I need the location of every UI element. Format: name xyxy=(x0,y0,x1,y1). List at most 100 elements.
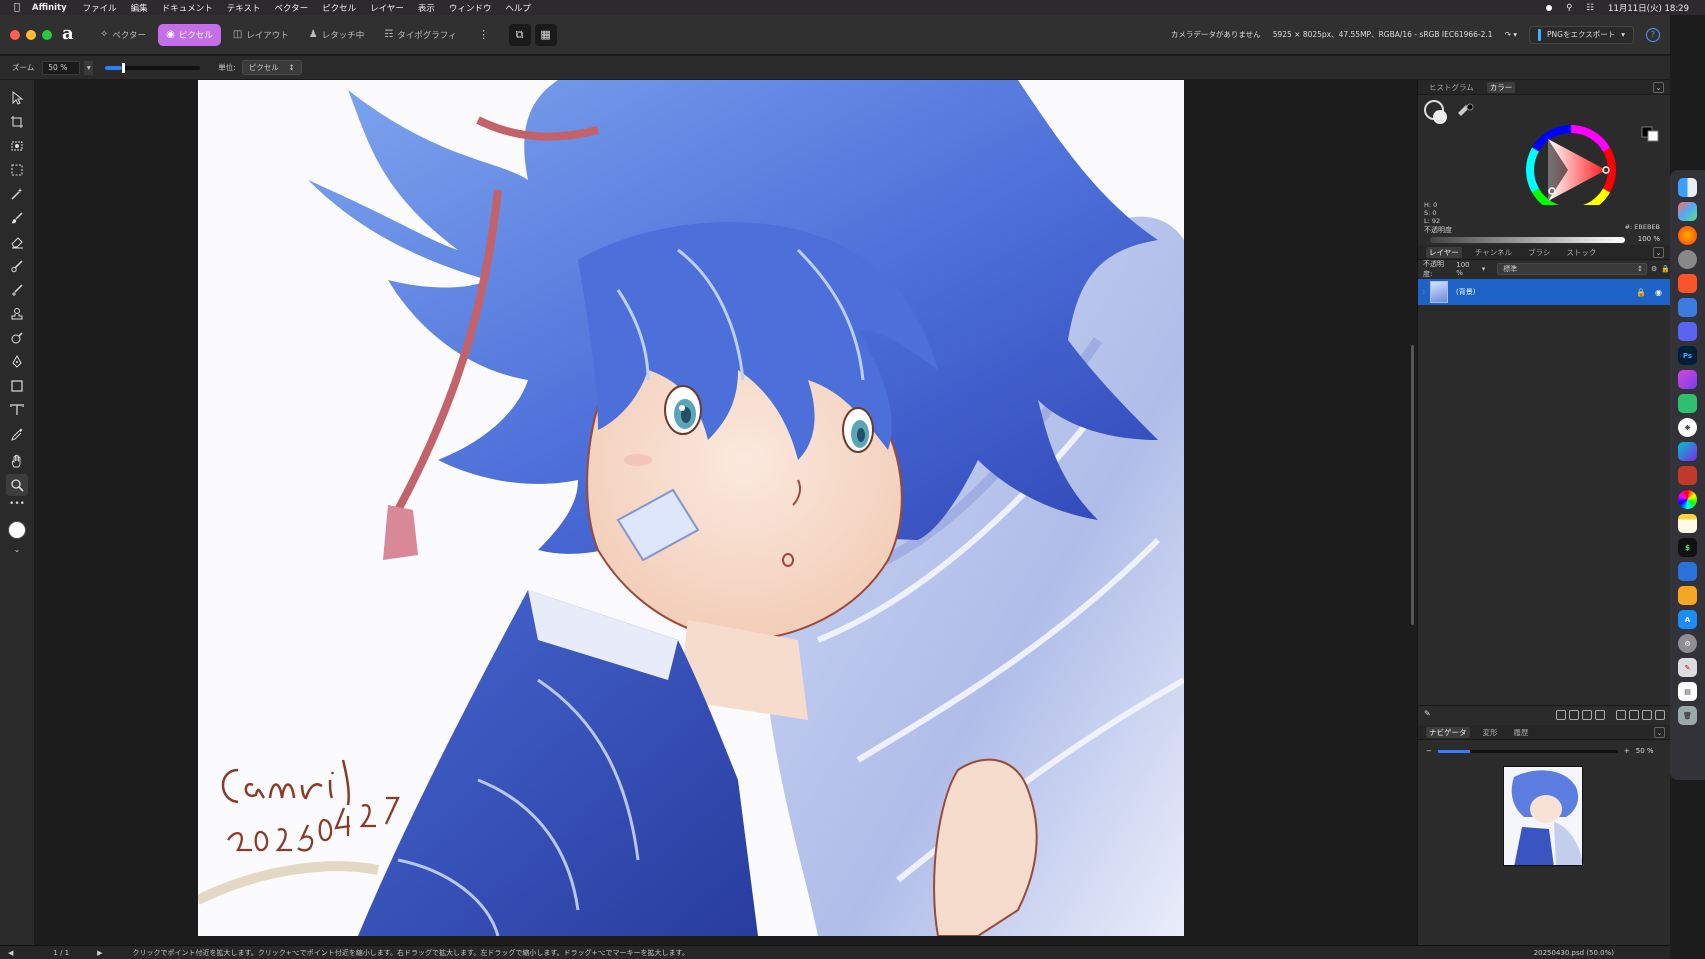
trash-small-icon[interactable] xyxy=(1655,709,1665,720)
zoom-dropdown-icon[interactable]: ▾ xyxy=(84,60,94,75)
move-tool-icon[interactable] xyxy=(6,87,28,109)
tab-transform[interactable]: 変形 xyxy=(1480,727,1501,738)
layer-opacity-value[interactable]: 100 % xyxy=(1456,261,1477,277)
panel-collapse-icon[interactable]: ⌄ xyxy=(1653,82,1664,93)
navigator-zoom-value[interactable]: 50 % xyxy=(1636,747,1654,755)
menu-view[interactable]: 表示 xyxy=(418,2,435,14)
arrange-icon[interactable]: ⧉ xyxy=(508,23,531,46)
tab-history[interactable]: 履歴 xyxy=(1511,727,1532,738)
menu-file[interactable]: ファイル xyxy=(83,2,117,14)
healing-brush-icon[interactable] xyxy=(6,279,28,301)
export-png-button[interactable]: PNGをエクスポート ▾ xyxy=(1529,25,1634,44)
settings-icon[interactable]: ⚙ xyxy=(1678,634,1697,653)
zoom-slider[interactable] xyxy=(105,62,201,73)
finder-icon[interactable] xyxy=(1678,178,1697,197)
vertical-scroll-thumb[interactable] xyxy=(1411,345,1414,625)
black-swatch-icon[interactable] xyxy=(1466,103,1474,111)
unit-select[interactable]: ピクセル ↕ xyxy=(241,60,302,75)
menu-help[interactable]: ヘルプ xyxy=(505,2,531,14)
persona-pixel[interactable]: ◉ ピクセル xyxy=(158,23,221,46)
mask-icon[interactable] xyxy=(1569,709,1579,720)
layer-row[interactable]: ⋮ (背景) 🔒 ◉ xyxy=(1418,279,1670,305)
affinity-photo-icon[interactable] xyxy=(1678,370,1697,389)
zoom-in-icon[interactable]: + xyxy=(1624,747,1630,755)
text-tool-icon[interactable] xyxy=(6,399,28,421)
persona-retouch[interactable]: ♟ レタッチ中 xyxy=(301,24,372,46)
discord-icon[interactable] xyxy=(1678,322,1697,341)
home-icon[interactable] xyxy=(1678,586,1697,605)
persona-vector[interactable]: ✧ ベクター xyxy=(92,24,154,46)
photo-booth-icon[interactable] xyxy=(1678,466,1697,485)
add-layer-icon[interactable] xyxy=(1616,709,1626,720)
adjustment-icon[interactable] xyxy=(1595,709,1605,720)
menu-text[interactable]: テキスト xyxy=(227,2,261,14)
tab-channels[interactable]: チャンネル xyxy=(1472,247,1515,258)
minimize-window-icon[interactable] xyxy=(26,29,36,40)
trash-icon[interactable]: 🗑 xyxy=(1678,706,1697,725)
chrome-icon[interactable] xyxy=(1678,250,1697,269)
maximize-window-icon[interactable] xyxy=(42,29,52,40)
tab-brushes[interactable]: ブラシ xyxy=(1525,247,1553,258)
crop-tool-icon[interactable] xyxy=(6,111,28,133)
canva-icon[interactable] xyxy=(1678,442,1697,461)
selection-brush-icon[interactable] xyxy=(6,135,28,157)
photoshop-icon[interactable]: Ps xyxy=(1678,346,1697,365)
group-icon[interactable] xyxy=(1629,709,1639,720)
blend-mode-select[interactable]: 標準 ↕ xyxy=(1497,262,1647,275)
paint-brush-icon[interactable] xyxy=(6,207,28,229)
fill-color-icon[interactable] xyxy=(1433,110,1447,124)
launchpad-icon[interactable] xyxy=(1678,202,1697,221)
hex-value[interactable]: #: EBEBEB xyxy=(1625,223,1660,231)
tab-navigator[interactable]: ナビゲータ xyxy=(1426,726,1470,738)
persona-layout[interactable]: ◫ レイアウト xyxy=(225,24,297,46)
opacity-value[interactable]: 100 % xyxy=(1638,235,1660,243)
document-icon[interactable]: ▤ xyxy=(1678,682,1697,701)
layers-collapse-icon[interactable]: ⌄ xyxy=(1653,247,1664,258)
menu-app-name[interactable]: Affinity xyxy=(32,3,67,13)
swap-colors-icon[interactable]: ⌄ xyxy=(6,544,28,554)
search-icon[interactable]: ⚲ xyxy=(1566,3,1572,13)
gear-icon[interactable]: ⚙ xyxy=(1651,265,1657,273)
chevron-down-icon[interactable]: ▾ xyxy=(1482,265,1486,273)
color-swatches[interactable] xyxy=(6,517,28,543)
artwork-canvas[interactable] xyxy=(198,80,1184,936)
layer-lock-icon[interactable]: 🔒 xyxy=(1636,288,1646,297)
zoom-slider-knob[interactable] xyxy=(122,62,126,73)
photos-icon[interactable] xyxy=(1678,490,1697,509)
tab-histogram[interactable]: ヒストグラム xyxy=(1426,82,1477,93)
clone-stamp-icon[interactable] xyxy=(6,303,28,325)
zoom-out-icon[interactable]: − xyxy=(1426,747,1432,755)
magic-wand-icon[interactable] xyxy=(6,183,28,205)
menu-layer[interactable]: レイヤー xyxy=(370,2,404,14)
menu-document[interactable]: ドキュメント xyxy=(162,2,213,14)
pen-tool-icon[interactable] xyxy=(6,351,28,373)
app-icon[interactable] xyxy=(1678,298,1697,317)
marquee-tool-icon[interactable] xyxy=(6,159,28,181)
affinity-icon[interactable] xyxy=(1678,394,1697,413)
status-dot-icon[interactable] xyxy=(1546,4,1553,11)
opacity-slider[interactable] xyxy=(1430,237,1625,243)
pen-icon[interactable]: ✎ xyxy=(1678,658,1697,677)
app-store-icon[interactable]: A xyxy=(1678,610,1697,629)
white-chip-icon[interactable] xyxy=(1647,130,1659,142)
rectangle-tool-icon[interactable] xyxy=(6,375,28,397)
quick-actions-icon[interactable]: ↷ ▾ xyxy=(1505,30,1517,39)
navigator-preview[interactable] xyxy=(1503,766,1583,866)
menu-edit[interactable]: 編集 xyxy=(131,2,148,14)
hourglass-icon[interactable] xyxy=(1582,709,1592,720)
control-center-icon[interactable]: ☷ xyxy=(1586,3,1594,13)
clock[interactable]: 11月11日(火) 18:29 xyxy=(1608,2,1689,14)
terminal-icon[interactable]: $ xyxy=(1678,538,1697,557)
vertical-scrollbar[interactable] xyxy=(1409,80,1417,945)
firefox-icon[interactable] xyxy=(1678,226,1697,245)
canvas-workspace[interactable] xyxy=(34,80,1417,945)
tab-color[interactable]: カラー xyxy=(1486,81,1516,93)
mixer-brush-icon[interactable] xyxy=(6,255,28,277)
persona-typography[interactable]: ☶ タイポグラフィ xyxy=(376,24,464,46)
edit-icon[interactable]: ✎ xyxy=(1424,709,1431,718)
tab-layers[interactable]: レイヤー xyxy=(1426,246,1462,258)
hand-tool-icon[interactable] xyxy=(6,450,28,472)
menu-vector[interactable]: ベクター xyxy=(274,2,308,14)
next-page-icon[interactable]: ▶ xyxy=(97,949,102,957)
more-menu-icon[interactable]: ⋮ xyxy=(473,24,495,46)
